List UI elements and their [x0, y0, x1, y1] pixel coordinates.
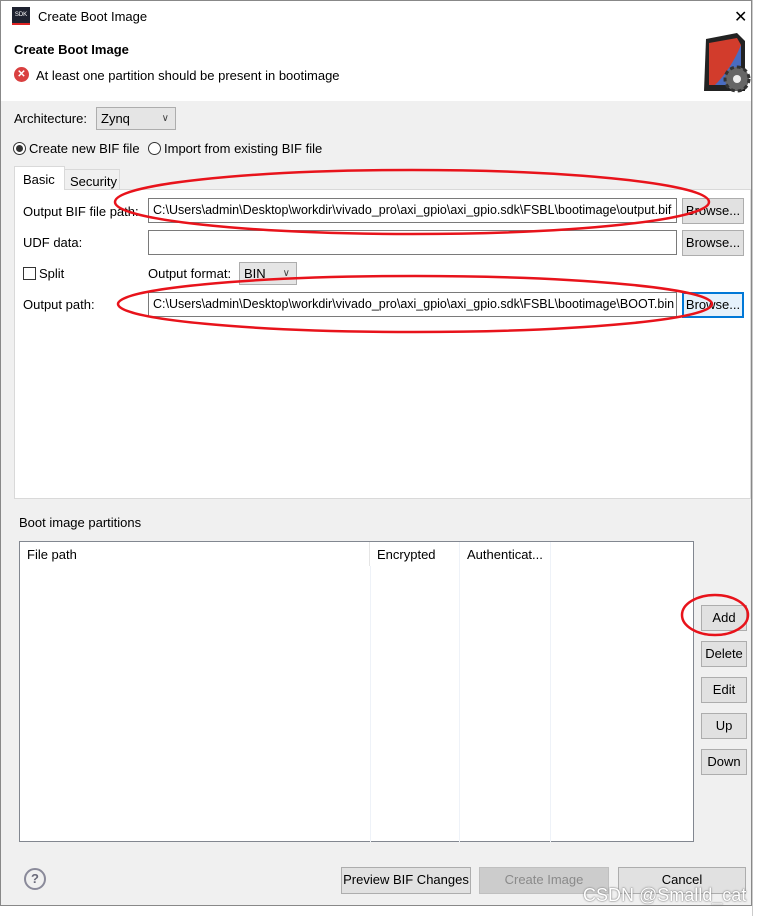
column-label: Authenticat...: [467, 547, 543, 562]
radio-unselected-icon: [148, 142, 161, 155]
edit-button[interactable]: Edit: [701, 677, 747, 703]
radio-label: Import from existing BIF file: [164, 141, 323, 156]
up-button[interactable]: Up: [701, 713, 747, 739]
column-divider: [370, 566, 371, 842]
chevron-down-icon: ∨: [282, 268, 290, 279]
partitions-table[interactable]: File path Encrypted Authenticat...: [19, 541, 694, 842]
split-checkbox[interactable]: Split: [23, 266, 64, 281]
boot-image-gear-icon: [704, 33, 751, 93]
partitions-label: Boot image partitions: [19, 515, 142, 530]
udf-label: UDF data:: [23, 235, 83, 250]
output-format-value: BIN: [244, 266, 266, 281]
column-label: File path: [27, 547, 77, 562]
tab-basic[interactable]: Basic: [14, 166, 65, 190]
checkbox-icon: [23, 267, 36, 280]
sdk-app-icon: SDK: [12, 7, 30, 25]
background-window: [752, 0, 766, 916]
architecture-value: Zynq: [101, 111, 130, 126]
title-bar: SDK Create Boot Image ✕: [1, 1, 751, 33]
tab-security[interactable]: Security: [64, 169, 120, 190]
radio-import-bif[interactable]: Import from existing BIF file: [148, 141, 322, 156]
radio-label: Create new BIF file: [29, 141, 140, 156]
output-path-label: Output path:: [23, 297, 95, 312]
radio-selected-icon: [13, 142, 26, 155]
preview-bif-button[interactable]: Preview BIF Changes: [341, 867, 471, 894]
architecture-label: Architecture:: [14, 111, 87, 126]
error-icon: ✕: [14, 67, 29, 82]
add-button[interactable]: Add: [701, 605, 747, 631]
output-path-input[interactable]: C:\Users\admin\Desktop\workdir\vivado_pr…: [148, 292, 677, 317]
column-header-encrypted[interactable]: Encrypted: [370, 542, 460, 842]
error-message: At least one partition should be present…: [36, 68, 340, 83]
browse-output-path-button[interactable]: Browse...: [682, 292, 744, 318]
output-format-select[interactable]: BIN ∨: [239, 262, 297, 285]
down-button[interactable]: Down: [701, 749, 747, 775]
tab-label: Security: [70, 174, 117, 189]
column-header-authentication[interactable]: Authenticat...: [460, 542, 551, 842]
radio-create-new-bif[interactable]: Create new BIF file: [13, 141, 140, 156]
dialog-header: Create Boot Image ✕ At least one partiti…: [1, 33, 751, 101]
chevron-down-icon: ∨: [161, 113, 169, 124]
help-icon[interactable]: ?: [24, 868, 46, 890]
tab-label: Basic: [23, 172, 55, 187]
column-header-file-path[interactable]: File path: [20, 542, 370, 566]
browse-udf-button[interactable]: Browse...: [682, 230, 744, 256]
column-label: Encrypted: [377, 547, 436, 562]
udf-input[interactable]: [148, 230, 677, 255]
delete-button[interactable]: Delete: [701, 641, 747, 667]
window-title: Create Boot Image: [38, 9, 148, 24]
output-bif-input[interactable]: C:\Users\admin\Desktop\workdir\vivado_pr…: [148, 198, 677, 223]
architecture-select[interactable]: Zynq ∨: [96, 107, 176, 130]
output-bif-label: Output BIF file path:: [23, 204, 139, 219]
create-boot-image-dialog: SDK Create Boot Image ✕ Create Boot Imag…: [0, 0, 752, 906]
browse-bif-button[interactable]: Browse...: [682, 198, 744, 224]
close-icon[interactable]: ✕: [734, 7, 747, 27]
split-label: Split: [39, 266, 65, 281]
page-title: Create Boot Image: [14, 42, 129, 57]
watermark: CSDN @Smalld_cat: [583, 885, 747, 905]
output-format-label: Output format:: [148, 266, 232, 281]
